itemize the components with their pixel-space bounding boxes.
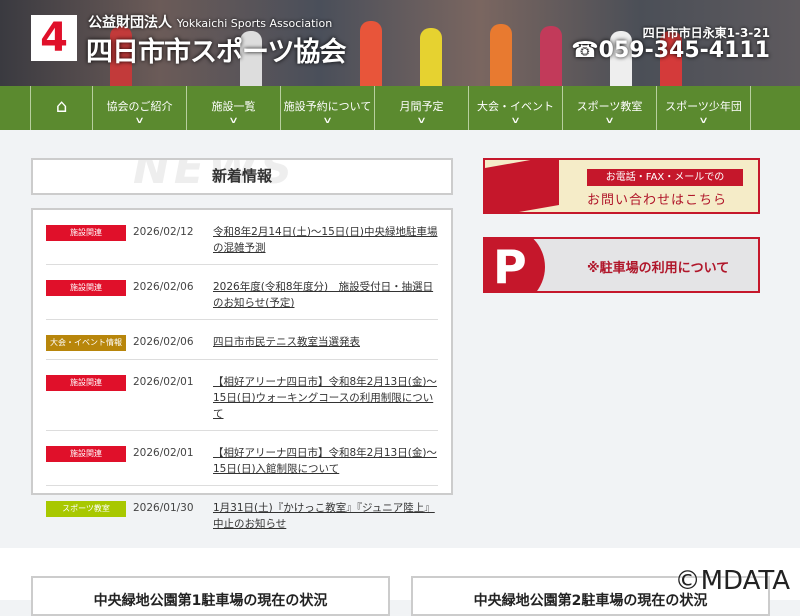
logo[interactable]: 4 (31, 15, 77, 61)
news-date: 2026/02/01 (133, 376, 194, 388)
category-badge: 施設関連 (46, 375, 126, 391)
org-name[interactable]: 四日市市スポーツ協会 (86, 30, 346, 69)
parking-banner[interactable]: P ※駐車場の利用について (483, 237, 760, 293)
org-prefix: 公益財団法人 Yokkaichi Sports Association (88, 15, 333, 31)
parking-icon: P (485, 239, 545, 291)
contact-banner[interactable]: お電話・FAX・メールでの お問い合わせはこちら (483, 158, 760, 214)
nav-youth[interactable]: スポーツ少年団 ∨ (656, 86, 750, 130)
news-item: 施設関連 2026/02/06 2026年度(令和8年度分) 施設受付日・抽選日のお… (46, 265, 438, 320)
main-nav: ⌂ 協会のご紹介 ∨ 施設一覧 ∨ 施設予約について ∨ 月間予定 ∨ 大会・イベント ∨… (0, 86, 800, 130)
news-item: 施設関連 2026/02/12 令和8年2月14日(土)～15日(日)中央緑地駐車場… (46, 210, 438, 265)
category-badge: 施設関連 (46, 446, 126, 462)
category-badge: 施設関連 (46, 280, 126, 296)
watermark: ©MDATA (674, 566, 790, 596)
news-link[interactable]: 1月31日(土)『かけっこ教室』『ジュニア陸上』中止のお知らせ (213, 500, 438, 532)
envelope-icon (485, 160, 559, 212)
category-badge: 大会・イベント情報 (46, 335, 126, 351)
news-date: 2026/02/06 (133, 336, 194, 348)
news-link[interactable]: 2026年度(令和8年度分) 施設受付日・抽選日のお知らせ(予定) (213, 279, 438, 311)
home-icon: ⌂ (55, 96, 68, 117)
news-link[interactable]: 令和8年2月14日(土)～15日(日)中央緑地駐車場の混雑予測 (213, 224, 438, 256)
news-link[interactable]: 四日市市民テニス教室当選発表 (213, 334, 360, 351)
news-date: 2026/02/06 (133, 281, 194, 293)
news-item: 施設関連 2026/02/01 【相好アリーナ四日市】令和8年2月13日(金)～15… (46, 431, 438, 486)
news-link[interactable]: 【相好アリーナ四日市】令和8年2月13日(金)～15日(日)入館制限について (213, 445, 438, 477)
org-english: Yokkaichi Sports Association (176, 17, 333, 30)
news-link[interactable]: 【相好アリーナ四日市】令和8年2月13日(金)～15日(日)ウォーキングコースの… (213, 374, 438, 422)
news-item: スポーツ教室 2026/01/30 1月31日(土)『かけっこ教室』『ジュニア陸上』… (46, 486, 438, 540)
news-item: 大会・イベント情報 2026/02/06 四日市市民テニス教室当選発表 (46, 320, 438, 360)
news-list: 施設関連 2026/02/12 令和8年2月14日(土)～15日(日)中央緑地駐車場… (31, 208, 453, 530)
category-badge: 施設関連 (46, 225, 126, 241)
category-badge: スポーツ教室 (46, 501, 126, 517)
phone-number: ☎059-345-4111 (571, 38, 770, 63)
header-banner: 4 公益財団法人 Yokkaichi Sports Association 四日… (0, 0, 800, 86)
news-item: 施設関連 2026/02/01 【相好アリーナ四日市】令和8年2月13日(金)～15… (46, 360, 438, 431)
news-date: 2026/02/12 (133, 226, 194, 238)
chevron-down-icon: ∨ (698, 116, 709, 126)
parking-lot1-status: 中央緑地公園第1駐車場の現在の状況 (31, 576, 390, 616)
news-date: 2026/02/01 (133, 447, 194, 459)
news-date: 2026/01/30 (133, 502, 194, 514)
news-heading: NEWS 新着情報 (31, 158, 453, 195)
